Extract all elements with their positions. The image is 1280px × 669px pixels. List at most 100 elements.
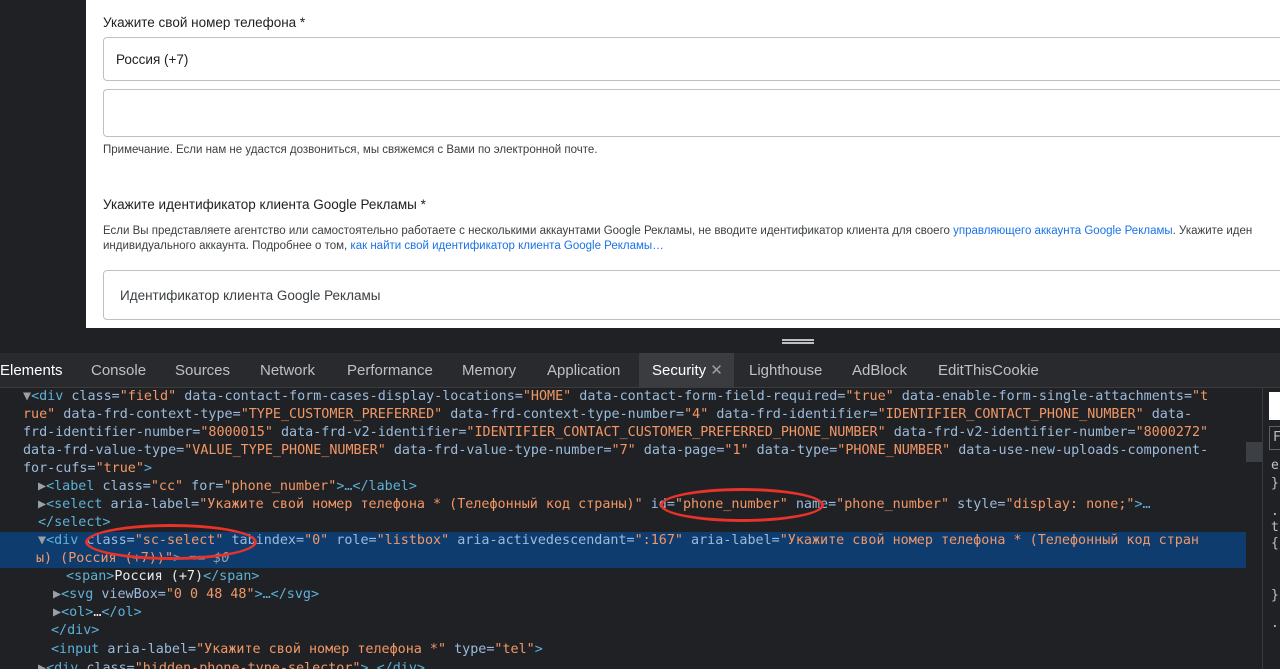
attr-name: for= [183,479,224,494]
style-rule-fragment: { [1271,536,1279,551]
expand-triangle-icon[interactable]: ▶ [38,497,46,512]
close-icon[interactable]: ✕ [710,362,723,379]
phone-note: Примечание. Если нам не удастся дозвонит… [103,144,598,156]
country-code-select[interactable]: Россия (+7) [103,37,1280,81]
tab-console[interactable]: Console [83,353,154,388]
dom-node-div-close: </div> [51,622,99,640]
tab-label: Elements [0,362,63,379]
dom-node-hidden-phone-type[interactable]: ▶<div class="hidden-phone-type-selector"… [38,660,425,669]
devtools-tab-bar: Elements Console Sources Network Perform… [0,353,1280,388]
attr-value: "listbox" [376,533,450,548]
tag-name: <label [46,479,95,494]
dom-node-ol[interactable]: ▶<ol>…</ol> [53,604,142,622]
dom-node-continuation: frd-identifier-number="8000015" data-frd… [23,424,1208,442]
attr-value: "0" [304,533,329,548]
elements-scrollbar-thumb[interactable] [1246,442,1262,462]
attr-name: for-cufs= [23,461,96,476]
tag-name: >… [1134,497,1151,512]
tab-sources[interactable]: Sources [167,353,238,388]
tab-lighthouse[interactable]: Lighthouse [741,353,830,388]
country-code-value: Россия (+7) [116,52,189,67]
tab-network[interactable]: Network [252,353,323,388]
attr-value: "IDENTIFIER_CONTACT_PHONE_NUMBER" [877,407,1144,422]
attr-value: "Укажите свой номер телефона * (Телефонн… [199,497,643,512]
styles-toolbar[interactable] [1269,392,1280,420]
find-customer-id-link[interactable]: как найти свой идентификатор клиента Goo… [350,240,652,252]
tag-name: <ol> [61,605,94,620]
link-ellipsis: … [652,240,664,252]
dom-node-select[interactable]: ▶<select aria-label="Укажите свой номер … [38,496,1151,514]
attr-value: "Укажите свой номер телефона *" [196,642,447,657]
customer-id-input[interactable]: Идентификатор клиента Google Рекламы [103,270,1280,320]
tab-label: Memory [462,362,517,379]
attr-name: class= [78,661,135,669]
attr-value: "t [1192,389,1209,404]
dom-node-sc-select-selected-cont[interactable]: ы) (Россия (+7))"> == $0 [0,550,1246,568]
phone-number-input[interactable] [103,89,1280,137]
tab-application[interactable]: Application [539,353,628,388]
attr-name: data-frd-value-type= [23,443,185,458]
dom-node-continuation: rue" data-frd-context-type="TYPE_CUSTOME… [23,406,1192,424]
drag-handle-icon[interactable] [782,339,814,344]
tab-performance[interactable]: Performance [339,353,441,388]
tag-name: </ol> [101,605,142,620]
selected-node-marker: == $0 [181,551,230,566]
expand-triangle-icon[interactable]: ▶ [38,479,46,494]
devtools-resize-splitter[interactable] [0,328,1280,353]
tab-editthiscookie[interactable]: EditThisCookie [930,353,1047,388]
attr-value: ":167" [634,533,683,548]
tab-label: Performance [347,362,433,379]
tab-label: EditThisCookie [938,362,1039,379]
tag-name: </select> [38,515,111,530]
dom-node-input-tel[interactable]: <input aria-label="Укажите свой номер те… [51,641,543,659]
help-text: Если Вы представляете агентство или само… [103,225,954,237]
customer-id-placeholder: Идентификатор клиента Google Рекламы [120,288,381,303]
attr-value: "display: none;" [1005,497,1135,512]
style-rule-fragment: e [1271,458,1279,473]
expand-triangle-icon[interactable]: ▶ [38,661,46,669]
tag-name: </div> [51,623,100,638]
attr-value: "hidden-phone-type-selector" [134,661,361,669]
elements-dom-tree: ▼<div class="field" data-contact-form-ca… [0,388,1262,669]
dom-node-sc-select-selected[interactable]: ▼<div class="sc-select" tabindex="0" rol… [0,532,1246,550]
customer-id-help-line-2: индивидуального аккаунта. Подробнее о то… [103,240,664,252]
expand-triangle-icon[interactable]: ▶ [53,605,61,620]
tab-elements[interactable]: Elements [0,353,71,388]
tab-label: AdBlock [852,362,908,379]
attr-name: style= [949,497,1006,512]
help-text-tail: . Укажите иден [1172,225,1253,237]
attr-name: role= [328,533,377,548]
tab-memory[interactable]: Memory [454,353,524,388]
expand-triangle-icon[interactable]: ▼ [23,389,31,404]
attr-name: class= [63,389,120,404]
style-rule-fragment: t [1271,520,1279,535]
styles-pane: F e } . t { } . [1262,388,1280,669]
phone-label: Укажите свой номер телефона * [103,15,306,30]
attr-value: "TYPE_CUSTOMER_PREFERRED" [240,407,443,422]
tag-name: > [143,461,152,476]
manager-account-link[interactable]: управляющего аккаунта Google Рекламы [953,225,1173,237]
attr-value: "7" [611,443,636,458]
tag-name: <div [46,533,79,548]
attr-name: data- [1143,407,1193,422]
dom-node-div-field[interactable]: ▼<div class="field" data-contact-form-ca… [23,388,1208,406]
attr-value: "0 0 48 48" [165,587,255,602]
dom-node-svg[interactable]: ▶<svg viewBox="0 0 48 48">…</svg> [53,586,319,604]
expand-triangle-icon[interactable]: ▶ [53,587,61,602]
styles-filter-input[interactable]: F [1269,426,1280,450]
style-rule-fragment: . [1271,504,1279,519]
dom-node-span[interactable]: <span>Россия (+7)</span> [66,568,260,586]
tag-name: >…</label> [336,479,417,494]
attr-value: "4" [684,407,709,422]
tab-security[interactable]: Security ✕ [639,353,734,388]
attr-value: "HOME" [522,389,572,404]
expand-triangle-icon[interactable]: ▼ [38,533,46,548]
attr-name: data-frd-context-type= [55,407,241,422]
dom-node-label[interactable]: ▶<label class="cc" for="phone_number">…<… [38,478,417,496]
tab-label: Security [652,362,707,379]
attr-value: "IDENTIFIER_CONTACT_CUSTOMER_PREFERRED_P… [466,425,886,440]
tag-name: <select [46,497,103,512]
tab-adblock[interactable]: AdBlock [844,353,915,388]
attr-name: data-page= [635,443,725,458]
attr-value: rue" [23,407,56,422]
